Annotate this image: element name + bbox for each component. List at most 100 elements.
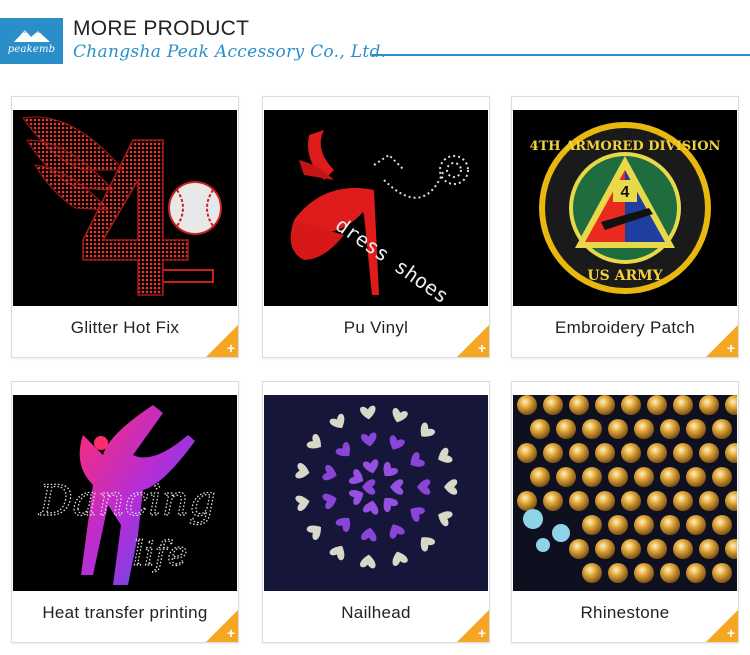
nailhead-heart xyxy=(415,532,437,553)
product-card-glitter-hot-fix[interactable]: Glitter Hot Fix + xyxy=(11,96,239,358)
rhinestone xyxy=(569,395,589,415)
rhinestone xyxy=(569,443,589,463)
rhinestone xyxy=(712,515,732,535)
patch-bottom-text: US ARMY xyxy=(587,268,663,284)
page-title: MORE PRODUCT xyxy=(73,17,250,40)
rhinestone xyxy=(582,563,602,583)
header-divider xyxy=(372,54,750,56)
plus-icon[interactable]: + xyxy=(727,341,735,355)
plus-icon[interactable]: + xyxy=(227,626,235,640)
nailhead-heart xyxy=(417,479,431,495)
nailhead-heart xyxy=(362,479,376,495)
rhinestone xyxy=(712,419,732,439)
nailhead-heart xyxy=(294,493,312,512)
product-card-heat-transfer-printing[interactable]: Dancing life Heat transfer printing + xyxy=(11,381,239,643)
rhinestone xyxy=(634,467,654,487)
rhinestone xyxy=(634,563,654,583)
nailhead-heart xyxy=(328,542,349,562)
product-card-rhinestone[interactable]: Rhinestone + xyxy=(511,381,739,643)
rhinestone xyxy=(686,563,706,583)
rhinestone xyxy=(608,563,628,583)
nailhead-heart xyxy=(328,412,349,433)
product-card-nailhead[interactable]: Nailhead + xyxy=(262,381,490,643)
rhinestone xyxy=(530,419,550,439)
nailhead-heart xyxy=(444,479,458,495)
rhinestone xyxy=(530,467,550,487)
plus-icon[interactable]: + xyxy=(727,626,735,640)
rhinestone xyxy=(595,491,615,511)
nailhead-heart xyxy=(359,553,377,569)
product-label[interactable]: Glitter Hot Fix xyxy=(12,308,238,348)
nailhead-heart xyxy=(389,549,409,567)
rhinestone xyxy=(595,539,615,559)
product-label[interactable]: Pu Vinyl xyxy=(263,308,489,348)
rhinestone xyxy=(647,491,667,511)
rhinestone xyxy=(621,395,641,415)
nailhead-heart xyxy=(360,432,378,448)
rhinestone xyxy=(660,563,680,583)
rhinestone xyxy=(712,467,732,487)
company-name: Changsha Peak Accessory Co., Ltd. xyxy=(73,42,387,62)
product-image[interactable]: dress shoes xyxy=(264,110,488,306)
rhinestone xyxy=(621,443,641,463)
patch-number: 4 xyxy=(621,184,630,201)
nailhead-heart xyxy=(360,526,378,542)
rhinestone xyxy=(647,395,667,415)
rhinestone xyxy=(699,395,719,415)
nailhead-heart xyxy=(321,491,339,510)
rhinestone xyxy=(647,443,667,463)
product-label[interactable]: Heat transfer printing xyxy=(12,593,238,633)
rhinestone xyxy=(699,443,719,463)
nailhead-heart xyxy=(406,502,426,523)
product-card-embroidery-patch[interactable]: 4 4TH ARMORED DIVISION US ARMY Embroider… xyxy=(511,96,739,358)
product-label[interactable]: Embroidery Patch xyxy=(512,308,738,348)
rhinestone xyxy=(543,395,563,415)
nailhead-heart xyxy=(406,451,426,472)
product-image[interactable] xyxy=(13,110,237,306)
nailhead-heart xyxy=(362,498,381,516)
company-logo[interactable]: peakemb xyxy=(0,18,63,64)
rhinestone xyxy=(582,419,602,439)
rhinestone xyxy=(673,491,693,511)
nailhead-heart xyxy=(389,407,409,425)
product-label[interactable]: Nailhead xyxy=(263,593,489,633)
product-label[interactable]: Rhinestone xyxy=(512,593,738,633)
nailhead-heart xyxy=(334,512,356,534)
rhinestone xyxy=(725,491,737,511)
nailhead-heart xyxy=(294,462,312,481)
rhinestone xyxy=(608,467,628,487)
vinyl-text: dress shoes xyxy=(331,212,453,306)
rhinestone xyxy=(686,467,706,487)
product-image[interactable]: Dancing life xyxy=(13,395,237,591)
rhinestone xyxy=(621,539,641,559)
plus-icon[interactable]: + xyxy=(227,341,235,355)
product-card-pu-vinyl[interactable]: dress shoes Pu Vinyl + xyxy=(262,96,490,358)
plus-icon[interactable]: + xyxy=(478,341,486,355)
rhinestone xyxy=(660,467,680,487)
plus-icon[interactable]: + xyxy=(478,626,486,640)
nailhead-heart xyxy=(415,421,437,442)
nailhead-heart xyxy=(305,520,326,542)
rhinestone xyxy=(686,515,706,535)
rhinestone xyxy=(608,515,628,535)
rhinestone xyxy=(621,491,641,511)
rhinestone xyxy=(725,395,737,415)
nailhead-heart xyxy=(378,493,400,514)
dancing-text: Dancing xyxy=(38,476,216,525)
logo-text: peakemb xyxy=(7,44,56,55)
nailhead-heart xyxy=(362,458,381,476)
rhinestone xyxy=(517,443,537,463)
nailhead-heart xyxy=(334,440,356,462)
rhinestone xyxy=(712,563,732,583)
rhinestone xyxy=(634,515,654,535)
mountain-icon xyxy=(13,30,50,42)
rhinestone xyxy=(660,419,680,439)
product-image[interactable]: 4 4TH ARMORED DIVISION US ARMY xyxy=(513,110,737,306)
rhinestone xyxy=(673,395,693,415)
rhinestone xyxy=(634,419,654,439)
rhinestone xyxy=(699,491,719,511)
product-image[interactable] xyxy=(264,395,488,591)
product-image[interactable] xyxy=(513,395,737,591)
rhinestone xyxy=(608,419,628,439)
nailhead-heart xyxy=(378,460,400,481)
